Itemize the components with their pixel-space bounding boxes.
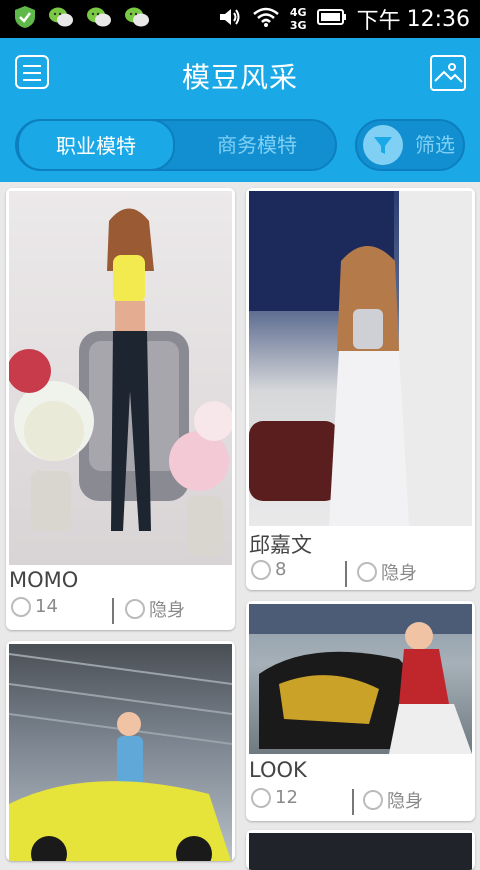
filter-label: 筛选 — [415, 133, 455, 157]
shield-icon — [14, 5, 36, 33]
status-text: 隐身 — [381, 563, 417, 584]
online-status: 隐身 — [363, 787, 423, 813]
model-photo — [249, 191, 472, 526]
category-switch: 职业模特 商务模特 — [15, 119, 337, 171]
wechat-icon — [48, 6, 74, 32]
flame-icon — [251, 787, 271, 808]
model-meta: 8 隐身 — [249, 559, 472, 589]
model-photo — [249, 833, 472, 870]
model-name: LOOK — [249, 758, 307, 782]
divider — [112, 598, 114, 624]
model-photo — [7, 191, 234, 565]
app-bar: 模豆风采 — [0, 38, 480, 110]
status-text: 隐身 — [387, 791, 423, 812]
model-name: MOMO — [9, 568, 79, 592]
flame-icon — [251, 559, 271, 580]
volume-icon — [218, 6, 242, 32]
wifi-icon — [252, 6, 280, 32]
model-card[interactable]: LOOK 12 隐身 — [246, 601, 475, 821]
model-meta: 14 隐身 — [9, 596, 232, 626]
heat-value: 12 — [275, 787, 298, 808]
wechat-icon — [86, 6, 112, 32]
online-status: 隐身 — [125, 596, 185, 622]
online-status: 隐身 — [357, 559, 417, 585]
heat-count: 12 — [251, 787, 298, 808]
model-card[interactable] — [246, 830, 475, 870]
battery-icon — [316, 7, 347, 31]
location-icon — [357, 562, 377, 582]
heat-value: 14 — [35, 596, 58, 617]
model-photo — [8, 644, 233, 861]
model-card[interactable] — [6, 641, 235, 861]
time-prefix: 下午 — [356, 9, 401, 34]
model-photo — [249, 604, 472, 754]
page-title: 模豆风采 — [181, 61, 298, 94]
status-bar: 4G 3G 下午 12:36 — [0, 0, 480, 38]
network-type-bottom: 3G — [289, 19, 307, 32]
location-icon — [125, 599, 145, 619]
model-card[interactable]: MOMO 14 隐身 — [6, 188, 235, 630]
tab-bar: 职业模特 商务模特 筛选 — [0, 110, 480, 182]
clock: 12:36 — [406, 6, 470, 32]
model-card[interactable]: 邱嘉文 8 隐身 — [246, 188, 475, 590]
heat-count: 14 — [11, 596, 58, 617]
wechat-icon — [124, 6, 150, 32]
filter-icon — [363, 125, 403, 165]
status-text: 隐身 — [149, 600, 185, 621]
signal-icon: 4G 3G — [290, 7, 307, 31]
tab-business-models[interactable]: 商务模特 — [175, 121, 339, 169]
filter-button[interactable]: 筛选 — [355, 119, 465, 171]
network-type-top: 4G — [289, 6, 307, 19]
location-icon — [363, 790, 383, 810]
divider — [345, 561, 347, 587]
gallery-button[interactable] — [430, 55, 466, 91]
flame-icon — [11, 596, 31, 617]
tab-professional-models[interactable]: 职业模特 — [17, 119, 175, 171]
model-name: 邱嘉文 — [249, 533, 312, 557]
model-meta: 12 隐身 — [249, 787, 472, 817]
heat-count: 8 — [251, 559, 286, 580]
heat-value: 8 — [275, 559, 287, 580]
gallery-icon — [434, 63, 463, 83]
divider — [352, 789, 354, 815]
